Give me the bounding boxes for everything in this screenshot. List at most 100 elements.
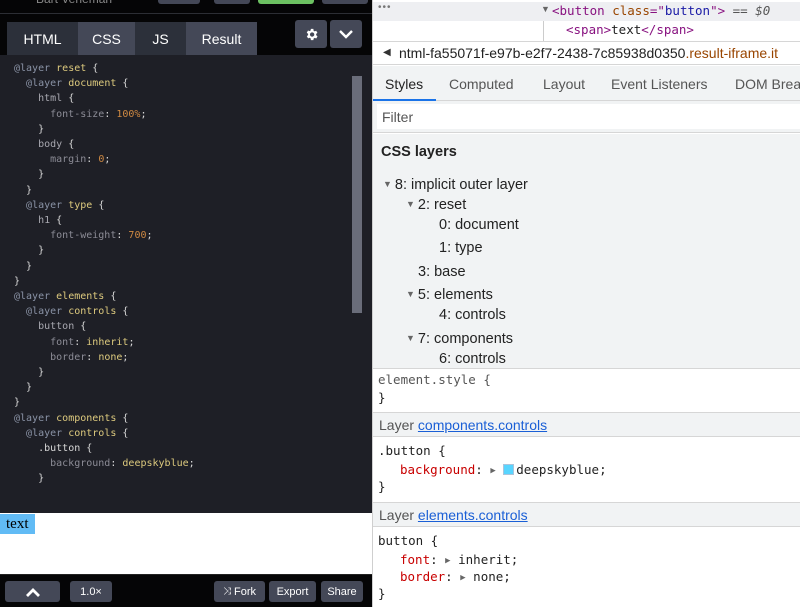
expand-triangle-icon[interactable]: ▶ — [490, 466, 495, 476]
rule-close: } — [378, 586, 386, 601]
code-line: @layer elements { — [14, 291, 117, 303]
header-button[interactable] — [214, 0, 250, 4]
layer-tree-item[interactable]: 4: controls — [439, 307, 506, 323]
breadcrumb: ◀ ntml-fa55071f-e97b-e2f7-2438-7c85938d0… — [373, 41, 800, 65]
scroll-left-icon[interactable]: ◀ — [383, 47, 391, 58]
layer-tree-item[interactable]: ▼ 2: reset — [406, 197, 466, 213]
editor-scrollbar[interactable] — [352, 76, 362, 313]
code-line: font: inherit; — [50, 336, 135, 348]
expand-triangle-icon[interactable]: ▶ — [445, 556, 450, 566]
chevron-up-icon — [25, 587, 40, 597]
layer-tree-item[interactable]: 3: base — [418, 264, 466, 280]
header-button[interactable] — [158, 0, 200, 4]
code-line: font-weight: 700; — [50, 230, 153, 242]
code-line: } — [14, 184, 33, 196]
zoom-level-button[interactable]: 1.0× — [70, 581, 112, 602]
css-layers-panel: CSS layers ▼ 8: implicit outer layer ▼ 2: r… — [373, 134, 800, 369]
layer-tree-item[interactable]: 6: controls — [439, 351, 506, 367]
fork-label: Fork — [234, 585, 256, 598]
code-line: @layer controls { — [26, 306, 129, 318]
gear-icon — [306, 28, 317, 40]
tab-layout[interactable]: Layout — [543, 76, 585, 92]
filter-input[interactable] — [377, 104, 800, 129]
author-name: Bart Veneman — [36, 0, 112, 6]
code-line: } — [14, 397, 21, 409]
expand-triangle-icon[interactable]: ▼ — [541, 4, 550, 14]
layer-link-components-controls[interactable]: components.controls — [418, 417, 547, 433]
codepen-panel: Bart Veneman HTML CSS JS Result @layer r… — [0, 0, 372, 607]
share-button[interactable]: Share — [321, 581, 363, 602]
settings-button[interactable] — [295, 20, 327, 48]
code-line: border: none; — [50, 351, 129, 363]
color-swatch[interactable] — [503, 464, 515, 475]
code-line: h1 { — [38, 215, 63, 227]
editor-tabs: HTML CSS JS Result — [0, 15, 372, 55]
tab-html[interactable]: HTML — [7, 22, 78, 55]
codepen-footer: 1.0× ⤨ Fork Export Share — [0, 574, 372, 607]
result-preview: text — [0, 513, 372, 574]
more-icon[interactable]: ••• — [378, 2, 392, 13]
code-line: font-size: 100%; — [50, 108, 147, 120]
tab-js[interactable]: JS — [135, 22, 186, 55]
layer-header: Layer elements.controls — [373, 502, 800, 527]
button-element-rule[interactable]: button { font: ▶ inherit; border: ▶ none… — [373, 528, 800, 607]
collapse-button[interactable] — [330, 20, 362, 48]
layer-label: 1: type — [439, 240, 483, 256]
elements-tree: ••• ▼ <button class="button"> == $0 <spa… — [373, 0, 800, 41]
export-button[interactable]: Export — [269, 581, 316, 602]
code-line: body { — [38, 139, 75, 151]
span-node[interactable]: <span>text</span> — [566, 22, 694, 37]
result-text-button[interactable]: text — [0, 514, 35, 534]
css-code[interactable]: @layer reset { @layer document { html { … — [14, 61, 195, 487]
code-line: } — [14, 123, 45, 135]
expand-triangle-icon[interactable]: ▼ — [406, 199, 415, 209]
rule-close: } — [378, 479, 386, 494]
tab-styles[interactable]: Styles — [385, 76, 423, 92]
expand-triangle-icon[interactable]: ▼ — [383, 179, 392, 189]
tab-computed[interactable]: Computed — [449, 76, 514, 92]
fork-button[interactable]: ⤨ Fork — [214, 581, 265, 602]
layer-label: 6: controls — [439, 351, 506, 367]
declaration-background[interactable]: background: ▶ deepskyblue; — [400, 462, 607, 477]
expand-console-button[interactable] — [5, 581, 60, 602]
layer-tree-item[interactable]: ▼ 8: implicit outer layer — [383, 177, 528, 193]
element-style-rule[interactable]: element.style { } — [373, 369, 800, 410]
rule-selector: .button { — [378, 443, 446, 458]
code-line: background: deepskyblue; — [50, 458, 195, 470]
css-editor[interactable]: @layer reset { @layer document { html { … — [0, 55, 372, 513]
button-node[interactable]: <button class="button"> == $0 — [552, 3, 770, 18]
code-line: } — [14, 382, 33, 394]
layer-tree-item[interactable]: 1: type — [439, 240, 483, 256]
layer-label: 2: reset — [417, 197, 467, 213]
expand-triangle-icon[interactable]: ▼ — [406, 333, 415, 343]
layer-tree-item[interactable]: ▼ 5: elements — [406, 287, 493, 303]
tab-result[interactable]: Result — [186, 22, 257, 55]
code-line: @layer type { — [26, 199, 105, 211]
button-class-rule[interactable]: .button { background: ▶ deepskyblue; } — [373, 438, 800, 500]
layer-header: Layer components.controls — [373, 412, 800, 437]
header-button[interactable] — [322, 0, 368, 4]
devtools-panel: ••• ▼ <button class="button"> == $0 <spa… — [372, 0, 800, 607]
layer-label: 5: elements — [417, 287, 493, 303]
layer-tree-item[interactable]: 0: document — [439, 217, 519, 233]
tab-dom-breakpoints[interactable]: DOM Brea — [735, 76, 800, 92]
code-line: @layer components { — [14, 412, 129, 424]
chevron-down-icon — [339, 30, 353, 39]
code-line: @layer controls { — [26, 427, 129, 439]
tab-event-listeners[interactable]: Event Listeners — [611, 76, 708, 92]
code-line: } — [14, 275, 21, 287]
declaration-font[interactable]: font: ▶ inherit; — [400, 552, 518, 567]
rule-close: } — [378, 390, 386, 405]
expand-triangle-icon[interactable]: ▶ — [460, 573, 465, 583]
header-save-button[interactable] — [258, 0, 314, 4]
declaration-border[interactable]: border: ▶ none; — [400, 569, 511, 584]
breadcrumb-item[interactable]: ntml-fa55071f-e97b-e2f7-2438-7c85938d035… — [399, 45, 778, 61]
expand-triangle-icon[interactable]: ▼ — [406, 289, 415, 299]
layer-label: 0: document — [439, 217, 519, 233]
layer-tree-item[interactable]: ▼ 7: components — [406, 331, 513, 347]
tree-guide-line — [543, 21, 544, 41]
layer-link-elements-controls[interactable]: elements.controls — [418, 507, 528, 523]
code-line: @layer document { — [26, 78, 129, 90]
filter-bar — [373, 101, 800, 133]
tab-css[interactable]: CSS — [78, 22, 135, 55]
